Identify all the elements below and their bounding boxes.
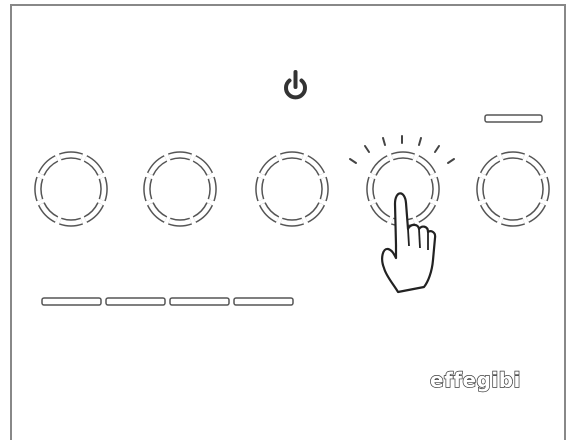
ring-segment-inner [39,156,58,176]
ring-segment-inner [371,202,390,222]
ring-segment-inner [391,152,415,160]
speed-button-2[interactable] [143,151,217,227]
ring-segment-inner [148,202,167,222]
ring-segment-inner [371,156,390,176]
ring-segment-inner [280,218,304,226]
press-rays-icon [349,135,455,164]
ring-segment-inner [305,202,324,222]
ring-segment-inner [100,177,107,201]
ring-segment-inner [481,156,500,176]
ring-segment-inner [416,202,435,222]
button-row [34,151,550,227]
ring-segment-inner [59,218,83,226]
ring-segment-inner [321,177,328,201]
ring-segment-inner [193,202,212,222]
level-indicator-row [41,297,294,306]
speed-button-1[interactable] [34,151,108,227]
ring-segment-inner [59,152,83,160]
ring-segment-inner [542,177,549,201]
control-panel-graphic: effegibi [34,70,550,393]
ring-segment-inner [144,177,151,201]
ring-segment-inner [193,156,212,176]
ring-segment-inner [280,152,304,160]
ring-segment-inner [367,177,374,201]
ring-segment-inner [84,156,103,176]
brand-logo: effegibi [430,368,521,392]
ring-segment-inner [305,156,324,176]
ring-segment-inner [501,218,525,226]
ring-segment-inner [39,202,58,222]
ring-segment-inner [416,156,435,176]
ring-segment-inner [526,156,545,176]
ring-segment-inner [477,177,484,201]
ring-segment-inner [256,177,263,201]
level-indicator-2 [105,297,166,306]
ring-segment-inner [168,152,192,160]
ring-segment-inner [209,177,216,201]
ring-segment-inner [481,202,500,222]
ring-segment-inner [432,177,439,201]
ring-segment-inner [35,177,42,201]
speed-button-3[interactable] [255,151,329,227]
level-indicator-1 [41,297,102,306]
ring-segment-inner [148,156,167,176]
power-icon[interactable] [284,70,307,100]
ring-segment-inner [260,202,279,222]
light-button[interactable] [476,151,550,227]
status-indicator [484,114,543,123]
ring-segment-inner [168,218,192,226]
level-indicator-4 [233,297,294,306]
ring-segment-inner [526,202,545,222]
ring-segment-inner [260,156,279,176]
ring-segment-inner [84,202,103,222]
ring-segment-inner [501,152,525,160]
level-indicator-3 [169,297,230,306]
